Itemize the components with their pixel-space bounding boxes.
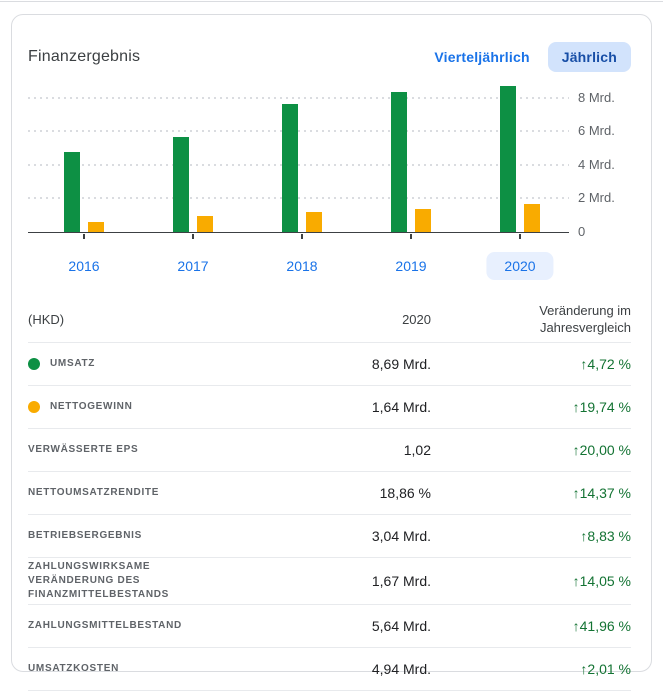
y-axis-tick-label: 2 Mrd. xyxy=(578,190,615,205)
x-tick xyxy=(83,234,85,239)
y-axis-tick-label: 6 Mrd. xyxy=(578,123,615,138)
row-label-cell: VERWÄSSERTE EPS xyxy=(28,443,241,457)
year-button-2020[interactable]: 2020 xyxy=(486,252,553,280)
row-label: VERWÄSSERTE EPS xyxy=(28,443,138,457)
financial-results-card: Finanzergebnis Vierteljährlich Jährlich … xyxy=(11,14,652,672)
table-row[interactable]: ZAHLUNGSWIRKSAME VERÄNDERUNG DES FINANZM… xyxy=(28,558,631,605)
gridline xyxy=(28,164,569,166)
bar-nettogewinn-2017[interactable] xyxy=(197,216,213,232)
gridline xyxy=(28,197,569,199)
row-value: 3,04 Mrd. xyxy=(241,528,431,544)
year-button-2018[interactable]: 2018 xyxy=(268,252,335,280)
row-label-cell: UMSATZKOSTEN xyxy=(28,662,241,676)
row-value: 4,94 Mrd. xyxy=(241,661,431,677)
row-value: 8,69 Mrd. xyxy=(241,356,431,372)
table-header: (HKD) 2020 Veränderung im Jahresvergleic… xyxy=(28,296,631,343)
row-change: ↑8,83 % xyxy=(431,528,631,544)
row-value: 5,64 Mrd. xyxy=(241,618,431,634)
table-row[interactable]: NETTOUMSATZRENDITE 18,86 % ↑14,37 % xyxy=(28,472,631,515)
row-change: ↑41,96 % xyxy=(431,618,631,634)
row-change: ↑19,74 % xyxy=(431,399,631,415)
bar-umsatz-2018[interactable] xyxy=(282,104,298,232)
y-axis-tick-label: 8 Mrd. xyxy=(578,90,615,105)
table-body: UMSATZ 8,69 Mrd. ↑4,72 % NETTOGEWINN 1,6… xyxy=(28,343,631,691)
row-label: ZAHLUNGSMITTELBESTAND xyxy=(28,619,182,633)
top-divider xyxy=(0,1,663,2)
row-label: NETTOGEWINN xyxy=(50,400,133,414)
bar-umsatz-2016[interactable] xyxy=(64,152,80,232)
annual-toggle-button[interactable]: Jährlich xyxy=(548,42,631,72)
year-selector: 2016 2017 2018 2019 2020 xyxy=(28,252,631,280)
gridline xyxy=(28,97,569,99)
x-axis-ticks xyxy=(28,232,631,240)
row-value: 1,67 Mrd. xyxy=(241,573,431,589)
year-button-2019[interactable]: 2019 xyxy=(377,252,444,280)
row-value: 1,02 xyxy=(241,442,431,458)
row-label: BETRIEBSERGEBNIS xyxy=(28,529,142,543)
series-dot xyxy=(28,358,40,370)
card-title: Finanzergebnis xyxy=(28,48,140,66)
change-header: Veränderung im Jahresvergleich xyxy=(481,302,631,336)
currency-header: (HKD) xyxy=(28,312,241,327)
bar-chart: 8 Mrd.6 Mrd.4 Mrd.2 Mrd.0 xyxy=(28,80,631,232)
bar-umsatz-2019[interactable] xyxy=(391,92,407,232)
row-change: ↑14,05 % xyxy=(431,573,631,589)
card-header: Finanzergebnis Vierteljährlich Jährlich xyxy=(28,42,631,72)
bar-umsatz-2017[interactable] xyxy=(173,137,189,232)
row-label: NETTOUMSATZRENDITE xyxy=(28,486,159,500)
x-tick xyxy=(519,234,521,239)
table-row[interactable]: BETRIEBSERGEBNIS 3,04 Mrd. ↑8,83 % xyxy=(28,515,631,558)
row-label-cell: NETTOGEWINN xyxy=(28,400,241,414)
series-dot xyxy=(28,401,40,413)
bar-nettogewinn-2020[interactable] xyxy=(524,204,540,232)
row-change: ↑20,00 % xyxy=(431,442,631,458)
row-change: ↑4,72 % xyxy=(431,356,631,372)
row-change: ↑14,37 % xyxy=(431,485,631,501)
row-change: ↑2,01 % xyxy=(431,661,631,677)
row-label: UMSATZ xyxy=(50,357,95,371)
financials-table: (HKD) 2020 Veränderung im Jahresvergleic… xyxy=(28,296,631,691)
table-row[interactable]: UMSATZ 8,69 Mrd. ↑4,72 % xyxy=(28,343,631,386)
period-toggle: Vierteljährlich Jährlich xyxy=(422,42,631,72)
row-label-cell: BETRIEBSERGEBNIS xyxy=(28,529,241,543)
row-label-cell: NETTOUMSATZRENDITE xyxy=(28,486,241,500)
x-tick xyxy=(410,234,412,239)
table-row[interactable]: NETTOGEWINN 1,64 Mrd. ↑19,74 % xyxy=(28,386,631,429)
row-label-cell: ZAHLUNGSMITTELBESTAND xyxy=(28,619,241,633)
bar-umsatz-2020[interactable] xyxy=(500,86,516,232)
row-label: UMSATZKOSTEN xyxy=(28,662,119,676)
bar-nettogewinn-2018[interactable] xyxy=(306,212,322,232)
row-label-cell: ZAHLUNGSWIRKSAME VERÄNDERUNG DES FINANZM… xyxy=(28,560,241,602)
year-button-2016[interactable]: 2016 xyxy=(50,252,117,280)
quarterly-toggle-button[interactable]: Vierteljährlich xyxy=(422,42,541,72)
year-button-2017[interactable]: 2017 xyxy=(159,252,226,280)
x-tick xyxy=(301,234,303,239)
gridline xyxy=(28,130,569,132)
row-label: ZAHLUNGSWIRKSAME VERÄNDERUNG DES FINANZM… xyxy=(28,560,200,602)
bar-nettogewinn-2016[interactable] xyxy=(88,222,104,232)
x-tick xyxy=(192,234,194,239)
bar-nettogewinn-2019[interactable] xyxy=(415,209,431,232)
chart-plot-area xyxy=(28,80,569,232)
row-value: 18,86 % xyxy=(241,485,431,501)
period-header: 2020 xyxy=(241,312,431,327)
y-axis-tick-label: 4 Mrd. xyxy=(578,157,615,172)
table-row[interactable]: UMSATZKOSTEN 4,94 Mrd. ↑2,01 % xyxy=(28,648,631,691)
row-label-cell: UMSATZ xyxy=(28,357,241,371)
table-row[interactable]: VERWÄSSERTE EPS 1,02 ↑20,00 % xyxy=(28,429,631,472)
row-value: 1,64 Mrd. xyxy=(241,399,431,415)
table-row[interactable]: ZAHLUNGSMITTELBESTAND 5,64 Mrd. ↑41,96 % xyxy=(28,605,631,648)
